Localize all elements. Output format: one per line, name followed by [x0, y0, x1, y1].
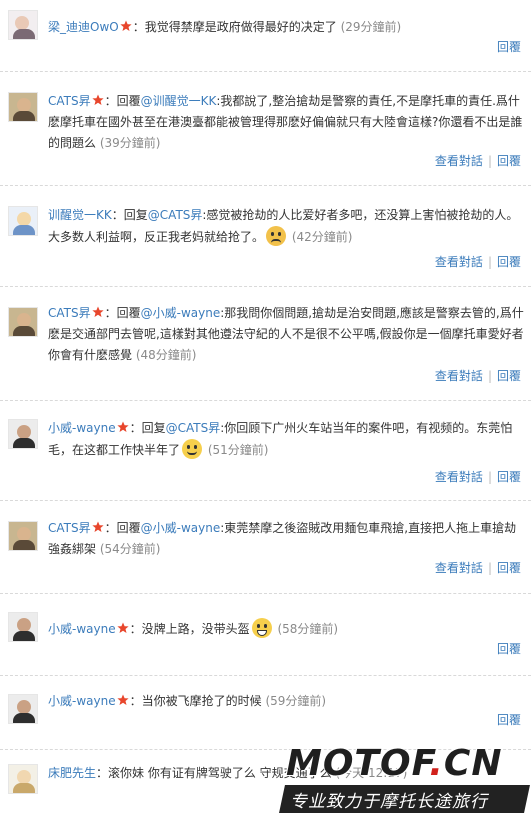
comment-text: 我觉得禁摩是政府做得最好的决定了: [144, 20, 337, 34]
reply-link[interactable]: 回覆: [497, 561, 521, 575]
divider: |: [487, 369, 492, 383]
username-link[interactable]: 小威-wayne: [48, 421, 116, 435]
timestamp: (58分鐘前): [277, 622, 339, 636]
reply-prefix: 回复: [123, 208, 148, 222]
username-link[interactable]: 梁_迪迪OwO: [48, 20, 119, 34]
reply-link[interactable]: 回覆: [497, 642, 521, 656]
list-item: 小威-wayne ：当你被飞摩抢了的时候 (59分鐘前) 回覆: [0, 676, 531, 750]
reply-prefix: 回覆: [116, 306, 141, 320]
reply-link[interactable]: 回覆: [497, 255, 521, 269]
timestamp: (54分鐘前): [99, 542, 161, 556]
avatar[interactable]: [8, 206, 38, 236]
reply-prefix: 回覆: [116, 94, 141, 108]
list-item: 梁_迪迪OwO ：我觉得禁摩是政府做得最好的决定了 (29分鐘前) 回覆: [0, 0, 531, 72]
separator: ：: [104, 94, 117, 108]
timestamp: (48分鐘前): [135, 348, 197, 362]
separator: ：: [129, 622, 142, 636]
divider: |: [487, 154, 492, 168]
view-conversation-link[interactable]: 查看對話: [435, 154, 483, 168]
avatar[interactable]: [8, 764, 38, 794]
avatar[interactable]: [8, 521, 38, 551]
comment-text: 滚你妹 你有证有牌驾驶了么 守规交通了么: [108, 766, 332, 780]
separator: ：: [129, 694, 142, 708]
mention-link[interactable]: @小威-wayne: [141, 306, 221, 320]
divider: |: [487, 255, 492, 269]
list-item: 小威-wayne ：回复@CATS昇:你回顾下广州火车站当年的案件吧，有视频的。东…: [0, 401, 531, 501]
verified-star-icon: [92, 521, 104, 532]
username-link[interactable]: 床肥先生: [48, 766, 96, 780]
reply-link[interactable]: 回覆: [497, 713, 521, 727]
view-conversation-link[interactable]: 查看對話: [435, 255, 483, 269]
avatar[interactable]: [8, 694, 38, 724]
separator: ：: [96, 766, 109, 780]
timestamp: (59分鐘前): [265, 694, 327, 708]
avatar[interactable]: [8, 92, 38, 122]
list-item: CATS昇 ：回覆@小威-wayne:那我問你個問題,搶劫是治安問題,應該是警察去…: [0, 287, 531, 401]
view-conversation-link[interactable]: 查看對話: [435, 561, 483, 575]
verified-star-icon: [92, 94, 104, 105]
list-item: CATS昇 ：回覆@小威-wayne:東莞禁摩之後盜賊改用麵包車飛搶,直接把人拖上…: [0, 501, 531, 594]
username-link[interactable]: 小威-wayne: [48, 622, 116, 636]
mention-link[interactable]: @训醒觉一KK: [141, 94, 217, 108]
avatar[interactable]: [8, 10, 38, 40]
separator: ：: [111, 208, 124, 222]
mention-link[interactable]: @CATS昇: [148, 208, 203, 222]
username-link[interactable]: CATS昇: [48, 521, 91, 535]
avatar[interactable]: [8, 307, 38, 337]
comment-text: 当你被飞摩抢了的时候: [141, 694, 262, 708]
avatar[interactable]: [8, 419, 38, 449]
list-item: 小威-wayne ：没牌上路，没带头盔 (58分鐘前) 回覆: [0, 594, 531, 676]
reply-prefix: 回复: [141, 421, 166, 435]
separator: ：: [104, 521, 117, 535]
timestamp: (42分鐘前): [291, 230, 353, 244]
comment-feed: 梁_迪迪OwO ：我觉得禁摩是政府做得最好的决定了 (29分鐘前) 回覆 CATS…: [0, 0, 531, 816]
username-link[interactable]: CATS昇: [48, 306, 91, 320]
list-item: 床肥先生：滚你妹 你有证有牌驾驶了么 守规交通了么 (今天 12:17): [0, 750, 531, 816]
avatar[interactable]: [8, 612, 38, 642]
timestamp: (29分鐘前): [340, 20, 402, 34]
mention-link[interactable]: @小威-wayne: [141, 521, 221, 535]
reply-link[interactable]: 回覆: [497, 470, 521, 484]
list-item: CATS昇 ：回覆@训醒觉一KK:我都說了,整治搶劫是警察的責任,不是摩托車的責任…: [0, 72, 531, 186]
reply-prefix: 回覆: [116, 521, 141, 535]
separator: ：: [104, 306, 117, 320]
divider: |: [487, 470, 492, 484]
verified-star-icon: [116, 421, 129, 432]
verified-star-icon: [120, 20, 132, 31]
reply-link[interactable]: 回覆: [497, 154, 521, 168]
divider: |: [487, 561, 492, 575]
verified-star-icon: [116, 694, 129, 705]
separator: ：: [129, 421, 142, 435]
reply-link[interactable]: 回覆: [497, 369, 521, 383]
mention-link[interactable]: @CATS昇: [166, 421, 221, 435]
username-link[interactable]: CATS昇: [48, 94, 91, 108]
username-link[interactable]: 训醒觉一KK: [48, 208, 112, 222]
username-link[interactable]: 小威-wayne: [48, 694, 116, 708]
smile-emoticon: [182, 439, 203, 459]
timestamp: (51分鐘前): [207, 443, 269, 457]
verified-star-icon: [116, 622, 129, 633]
timestamp: (39分鐘前): [99, 136, 161, 150]
list-item: 训醒觉一KK：回复@CATS昇:感觉被抢劫的人比爱好者多吧，还没算上害怕被抢劫的…: [0, 186, 531, 287]
timestamp: (今天 12:17): [335, 766, 408, 780]
separator: ：: [132, 20, 145, 34]
comment-text: 没牌上路，没带头盔: [141, 622, 250, 636]
view-conversation-link[interactable]: 查看對話: [435, 369, 483, 383]
verified-star-icon: [92, 306, 104, 317]
grin-emoticon: [251, 618, 272, 638]
view-conversation-link[interactable]: 查看對話: [435, 470, 483, 484]
angry-face-emoticon: [266, 226, 287, 246]
reply-link[interactable]: 回覆: [497, 40, 521, 54]
